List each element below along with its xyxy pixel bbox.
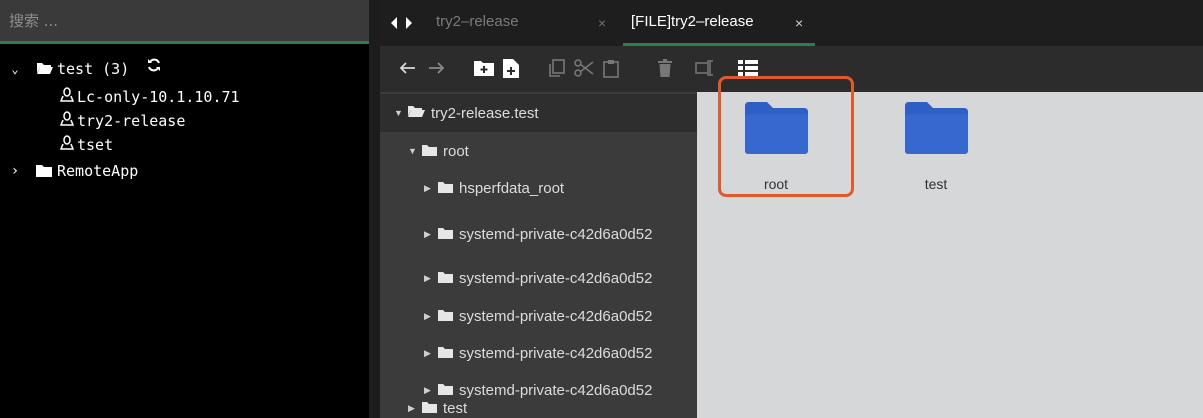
tab-label: try2–release bbox=[436, 13, 519, 30]
chevron-down-icon[interactable]: ⌄ bbox=[9, 58, 21, 80]
folder-icon bbox=[422, 143, 437, 160]
tab-scroll-arrows[interactable] bbox=[388, 13, 418, 33]
tree-node-label: systemd-private-c42d6a0d52 bbox=[459, 344, 653, 362]
collapsed-triangle-icon[interactable]: ▶ bbox=[424, 273, 434, 283]
collapsed-triangle-icon[interactable]: ▶ bbox=[424, 183, 434, 193]
tree-node-root[interactable]: ▼ root bbox=[380, 132, 697, 170]
copy-icon[interactable] bbox=[546, 56, 568, 80]
file-item-label: test bbox=[924, 176, 948, 192]
chevron-right-icon[interactable]: › bbox=[9, 160, 21, 182]
search-placeholder: 搜索 ... bbox=[9, 12, 59, 30]
folder-icon bbox=[36, 160, 52, 182]
close-icon[interactable]: × bbox=[795, 15, 803, 31]
folder-icon bbox=[438, 270, 453, 287]
tree-node-folder[interactable]: ▶ systemd-private-c42d6a0d52 bbox=[380, 259, 697, 297]
tree-node-folder[interactable]: ▶ systemd-private-c42d6a0d52 bbox=[380, 215, 697, 253]
search-box[interactable]: 搜索 ... bbox=[0, 0, 369, 44]
host-label: try2-release bbox=[77, 112, 186, 130]
collapsed-triangle-icon[interactable]: ▶ bbox=[424, 348, 434, 358]
tab-bar: try2–release × [FILE]try2–release × bbox=[380, 0, 1203, 46]
tree-node-label: test bbox=[443, 399, 468, 417]
host-label: Lc-only-10.1.10.71 bbox=[77, 88, 240, 106]
sidebar-host-item[interactable]: Lc-only-10.1.10.71 bbox=[59, 86, 240, 109]
tree-root-node[interactable]: ▼ try2-release.test bbox=[380, 94, 697, 132]
linux-icon bbox=[59, 134, 75, 157]
collapsed-triangle-icon[interactable]: ▶ bbox=[424, 229, 434, 239]
sidebar-group-label: test (3) bbox=[57, 60, 130, 78]
sidebar-group-label: RemoteApp bbox=[57, 162, 139, 180]
file-tree-panel: ▼ try2-release.test ▼ root ▶ hsperfdata_… bbox=[380, 92, 697, 418]
folder-icon bbox=[438, 226, 453, 243]
close-icon[interactable]: × bbox=[598, 15, 606, 31]
host-label: tset bbox=[77, 136, 114, 154]
new-folder-icon[interactable] bbox=[472, 56, 496, 80]
folder-open-icon bbox=[36, 58, 54, 80]
tree-node-label: systemd-private-c42d6a0d52 bbox=[459, 269, 653, 287]
tree-node-label: root bbox=[443, 142, 469, 160]
linux-icon bbox=[59, 110, 75, 133]
refresh-icon[interactable] bbox=[146, 57, 162, 79]
collapsed-triangle-icon[interactable]: ▶ bbox=[408, 403, 418, 413]
folder-icon bbox=[422, 400, 437, 417]
cut-icon[interactable] bbox=[572, 56, 596, 80]
tree-node-folder[interactable]: ▶ hsperfdata_root bbox=[380, 169, 697, 207]
sidebar-host-item[interactable]: try2-release bbox=[59, 110, 186, 133]
folder-open-icon bbox=[408, 105, 425, 122]
expanded-triangle-icon[interactable]: ▼ bbox=[394, 108, 404, 118]
file-item-test[interactable]: test bbox=[891, 96, 981, 206]
tree-node-label: hsperfdata_root bbox=[459, 179, 565, 197]
linux-icon bbox=[59, 86, 75, 109]
sidebar: 搜索 ... ⌄ test (3) Lc-only-10.1.10.71 try… bbox=[0, 0, 369, 418]
delete-icon[interactable] bbox=[654, 56, 676, 80]
sidebar-host-item[interactable]: tset bbox=[59, 134, 114, 157]
tree-node-label: try2-release.test bbox=[431, 104, 539, 122]
tab-file-browser[interactable]: [FILE]try2–release × bbox=[623, 0, 815, 46]
file-icon-view: root test bbox=[697, 76, 1203, 418]
folder-icon bbox=[438, 345, 453, 362]
tree-node-test[interactable]: ▶ test bbox=[380, 389, 697, 418]
new-file-icon[interactable] bbox=[500, 56, 522, 80]
tab-terminal[interactable]: try2–release × bbox=[428, 0, 618, 46]
tree-node-label: systemd-private-c42d6a0d52 bbox=[459, 225, 653, 243]
tree-node-folder[interactable]: ▶ systemd-private-c42d6a0d52 bbox=[380, 334, 697, 372]
selection-highlight bbox=[718, 76, 854, 197]
tree-node-folder[interactable]: ▶ systemd-private-c42d6a0d52 bbox=[380, 297, 697, 335]
collapsed-triangle-icon[interactable]: ▶ bbox=[424, 311, 434, 321]
folder-icon bbox=[438, 180, 453, 197]
folder-icon bbox=[438, 308, 453, 325]
tree-node-label: systemd-private-c42d6a0d52 bbox=[459, 307, 653, 325]
tab-label: [FILE]try2–release bbox=[631, 13, 754, 30]
expanded-triangle-icon[interactable]: ▼ bbox=[408, 146, 418, 156]
forward-arrow-icon[interactable] bbox=[426, 56, 448, 80]
rename-icon[interactable] bbox=[694, 56, 716, 80]
folder-icon bbox=[905, 102, 968, 158]
paste-icon[interactable] bbox=[600, 56, 622, 80]
back-arrow-icon[interactable] bbox=[396, 56, 418, 80]
